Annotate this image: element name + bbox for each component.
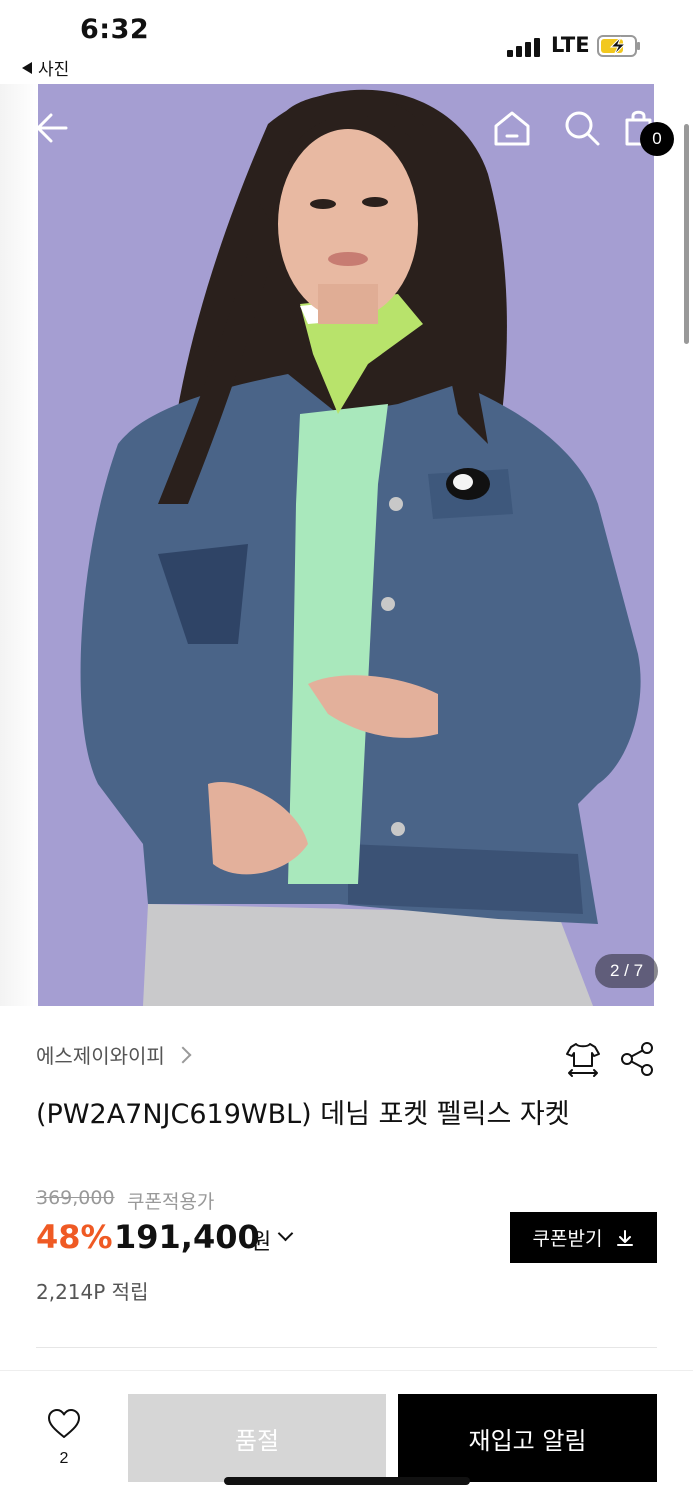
get-coupon-button[interactable]: 쿠폰받기 — [510, 1212, 657, 1263]
section-divider — [36, 1347, 657, 1348]
image-pager: 2 / 7 — [595, 954, 658, 988]
discount-rate: 48% — [36, 1218, 113, 1256]
product-image-carousel[interactable]: 0 2 / 7 — [0, 84, 693, 1006]
share-icon[interactable] — [618, 1040, 656, 1078]
restock-alert-button[interactable]: 재입고 알림 — [398, 1394, 657, 1482]
battery-charging-icon — [597, 35, 640, 57]
heart-icon — [48, 1409, 80, 1438]
carousel-prev-peek — [0, 84, 38, 1006]
network-type: LTE — [551, 33, 590, 57]
sale-price: 191,400 — [114, 1218, 260, 1256]
cart-count-badge: 0 — [640, 122, 674, 156]
status-bar: 6:32 사진 LTE — [0, 0, 693, 84]
wishlist-count: 2 — [59, 1450, 69, 1467]
scrollbar-thumb[interactable] — [684, 124, 689, 344]
brand-link[interactable]: 에스제이와이피 — [36, 1040, 192, 1069]
product-photo — [38, 84, 654, 1006]
status-time: 6:32 — [80, 14, 150, 45]
brand-name: 에스제이와이피 — [36, 1044, 165, 1068]
back-to-app-label: 사진 — [38, 60, 70, 80]
model-illustration — [80, 89, 641, 1006]
signal-icon — [507, 37, 543, 57]
size-guide-icon[interactable] — [563, 1040, 603, 1080]
get-coupon-label: 쿠폰받기 — [532, 1228, 603, 1250]
reward-points: 2,214P 적립 — [36, 1280, 149, 1304]
back-to-app-link[interactable]: 사진 — [22, 55, 69, 80]
back-arrow-icon[interactable] — [30, 106, 74, 150]
price-detail-chevron-icon[interactable] — [277, 1225, 294, 1242]
home-indicator[interactable] — [224, 1477, 470, 1485]
download-icon — [617, 1229, 634, 1246]
product-title: (PW2A7NJC619WBL) 데님 포켓 펠릭스 자켓 — [36, 1099, 570, 1130]
back-triangle-icon — [22, 61, 32, 74]
coupon-price-note: 쿠폰적용가 — [127, 1191, 215, 1213]
chevron-right-icon — [174, 1046, 192, 1063]
search-icon[interactable] — [560, 106, 604, 150]
wishlist-button[interactable]: 2 — [38, 1408, 90, 1472]
original-price: 369,000 — [36, 1187, 115, 1209]
soldout-button: 품절 — [128, 1394, 386, 1482]
home-icon[interactable] — [490, 106, 534, 150]
currency-unit: 원 — [251, 1230, 272, 1255]
